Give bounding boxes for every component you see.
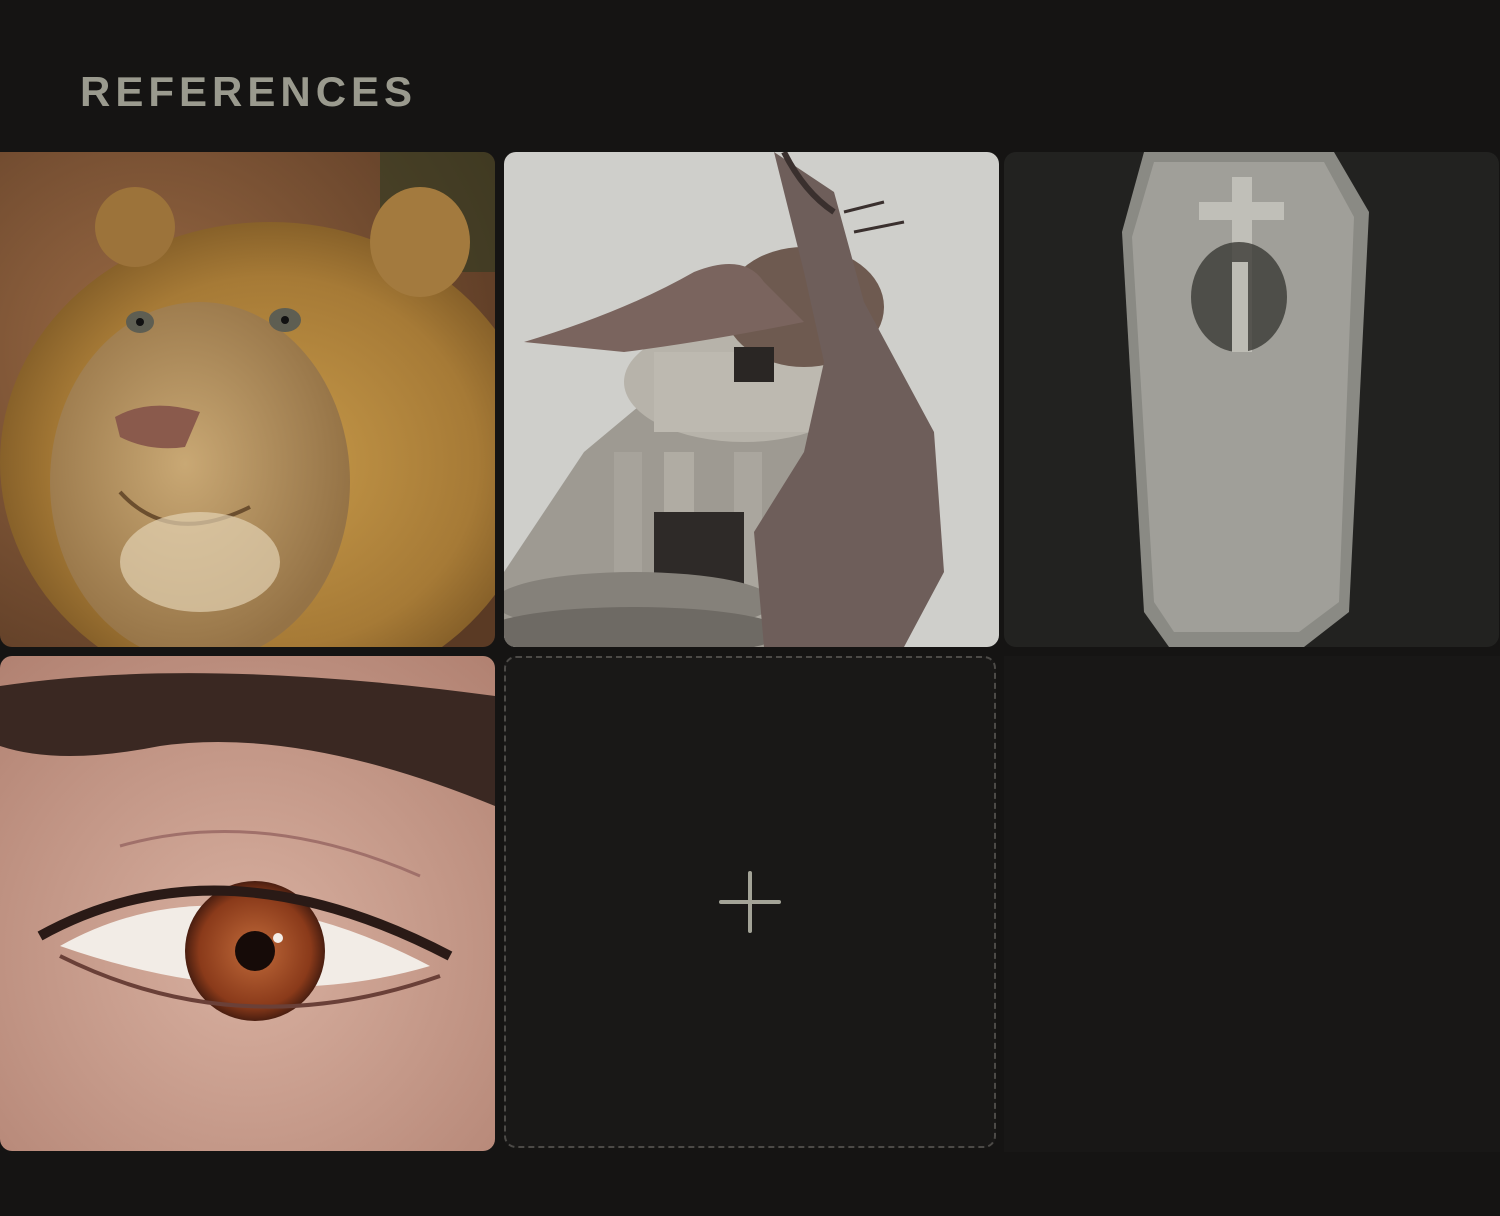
eye-image (0, 656, 495, 1151)
reference-image-lion[interactable] (0, 152, 495, 647)
dragon-building-image (504, 152, 999, 647)
reference-image-eye[interactable] (0, 656, 495, 1151)
reference-image-dragon-building[interactable] (504, 152, 999, 647)
plus-icon (719, 871, 781, 933)
section-title: REFERENCES (80, 68, 418, 115)
lion-image (0, 152, 495, 647)
coffin-grave-image (1004, 152, 1499, 647)
reference-image-coffin-grave[interactable] (1004, 152, 1499, 647)
empty-grid-cell (1004, 656, 1500, 1152)
reference-grid (0, 152, 1500, 1152)
add-reference-button[interactable] (504, 656, 996, 1148)
